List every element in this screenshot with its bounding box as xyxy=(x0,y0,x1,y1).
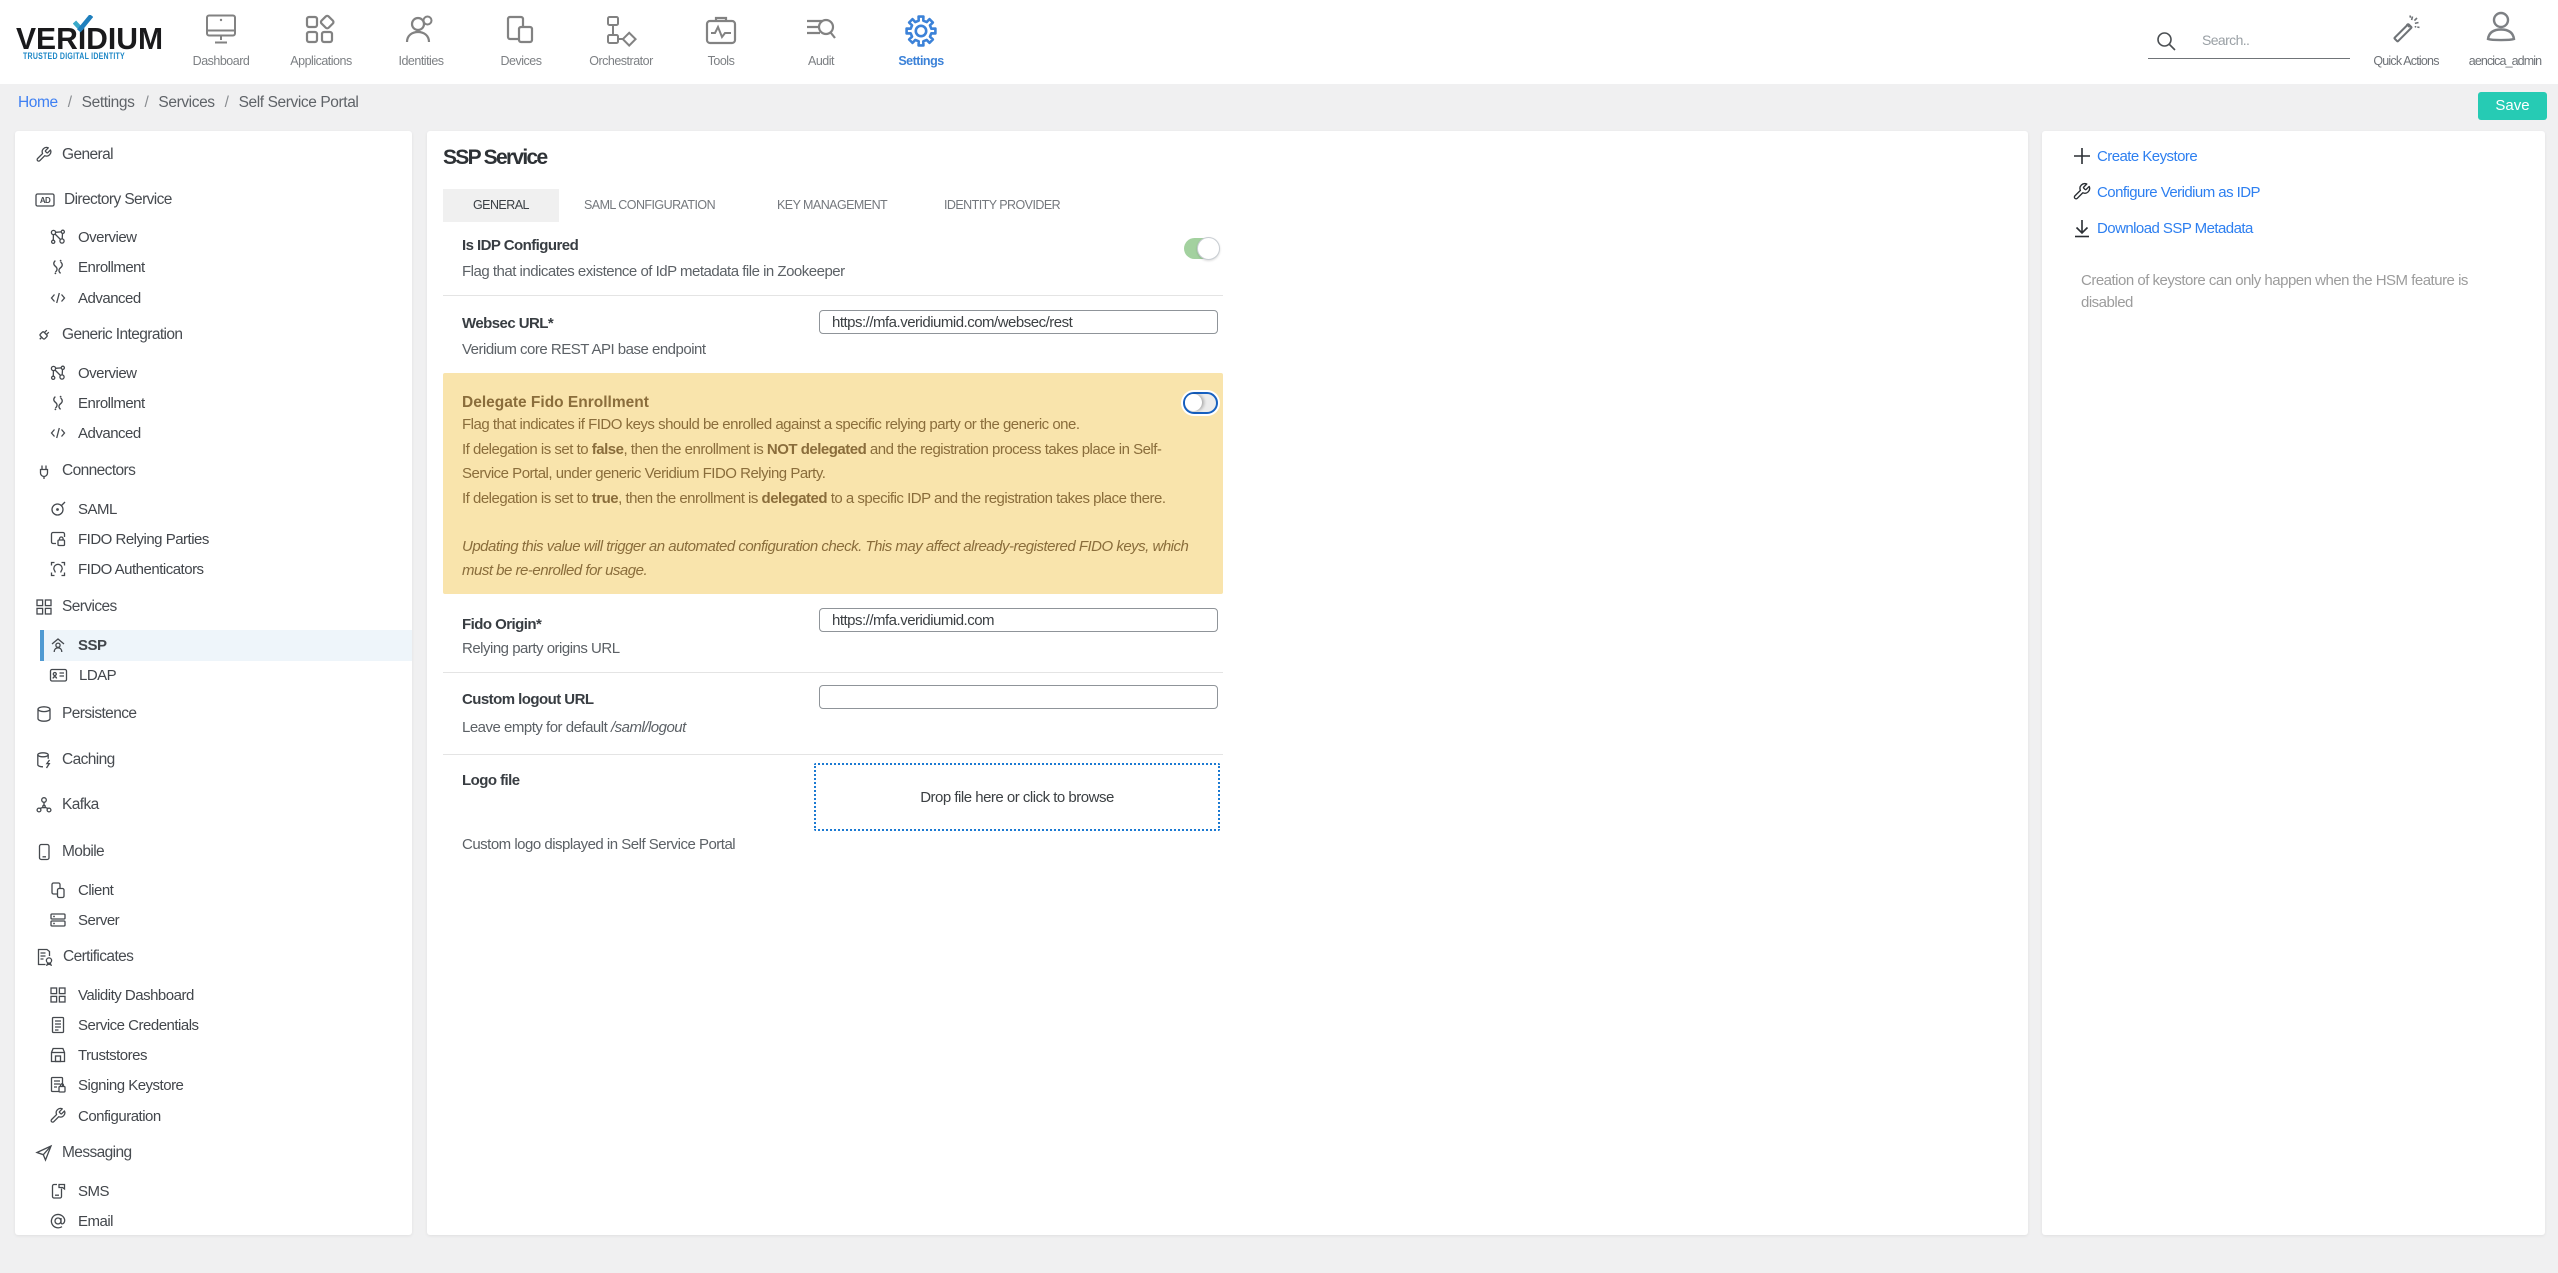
svg-text:AD: AD xyxy=(40,196,51,205)
